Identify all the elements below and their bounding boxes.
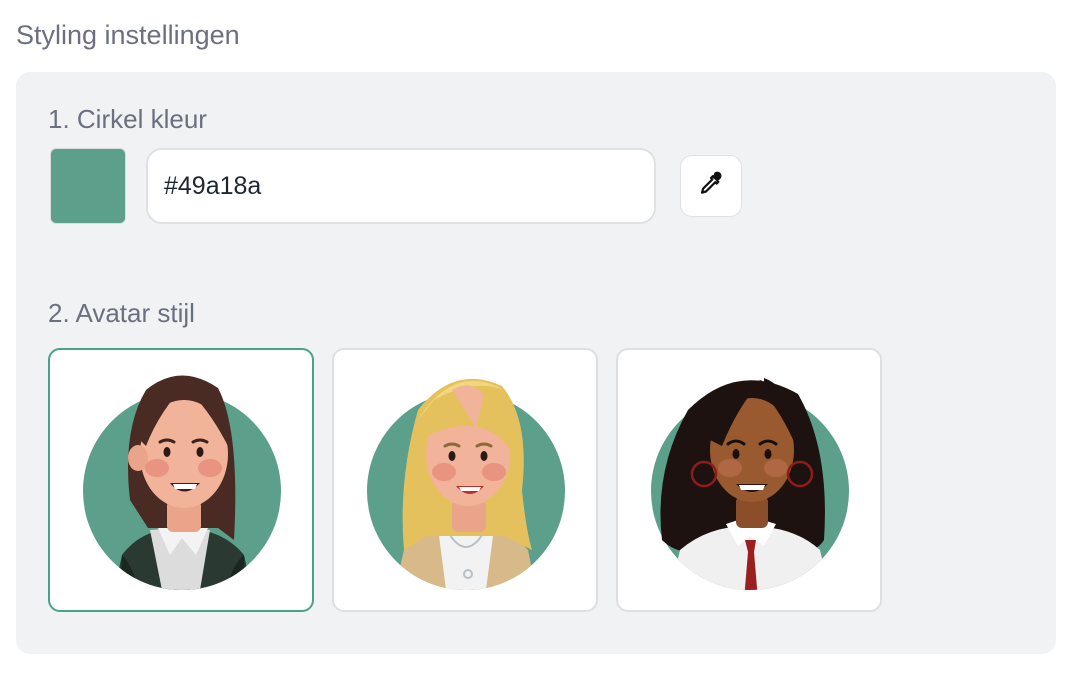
avatar-brunette-illustration (83, 375, 281, 590)
hex-color-input[interactable] (146, 148, 656, 224)
color-swatch[interactable] (50, 148, 126, 224)
avatar-style-label: 2. Avatar stijl (48, 298, 195, 328)
eyedropper-icon (696, 169, 726, 204)
section-title: Styling instellingen (16, 20, 240, 50)
avatar-blonde-illustration (367, 378, 565, 590)
avatar-option-3[interactable] (616, 348, 882, 612)
avatar-option-1[interactable] (48, 348, 314, 612)
eyedropper-button[interactable] (680, 155, 742, 217)
avatar-option-2[interactable] (332, 348, 598, 612)
circle-color-label: 1. Cirkel kleur (48, 104, 207, 134)
avatar-dark-skin-illustration (651, 378, 849, 590)
styling-panel: 1. Cirkel kleur 2. Avatar stijl (16, 72, 1056, 654)
